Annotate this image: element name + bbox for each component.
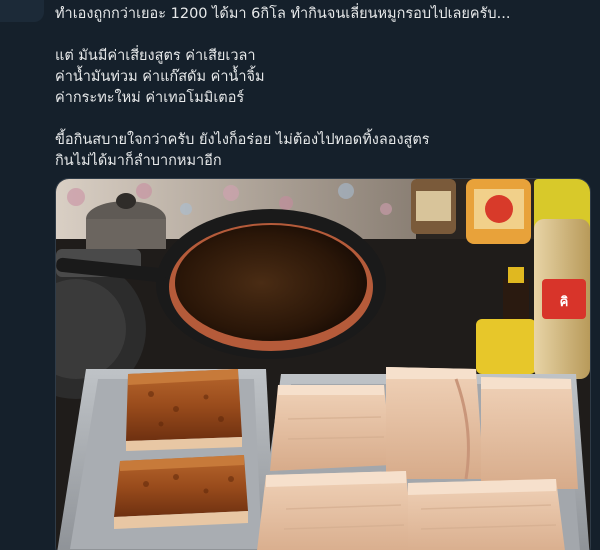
photo-crispy-pork-kitchen: คิ xyxy=(56,179,590,550)
avatar[interactable] xyxy=(0,0,44,22)
bottle-label-text: คิ xyxy=(560,295,569,310)
tweet-photo[interactable]: คิ xyxy=(55,178,591,550)
tweet-text: ทำเองถูกกว่าเยอะ 1200 ได้มา 6กิโล ทำกินจ… xyxy=(55,6,511,169)
tweet-post: ทำเองถูกกว่าเยอะ 1200 ได้มา 6กิโล ทำกินจ… xyxy=(0,0,600,550)
